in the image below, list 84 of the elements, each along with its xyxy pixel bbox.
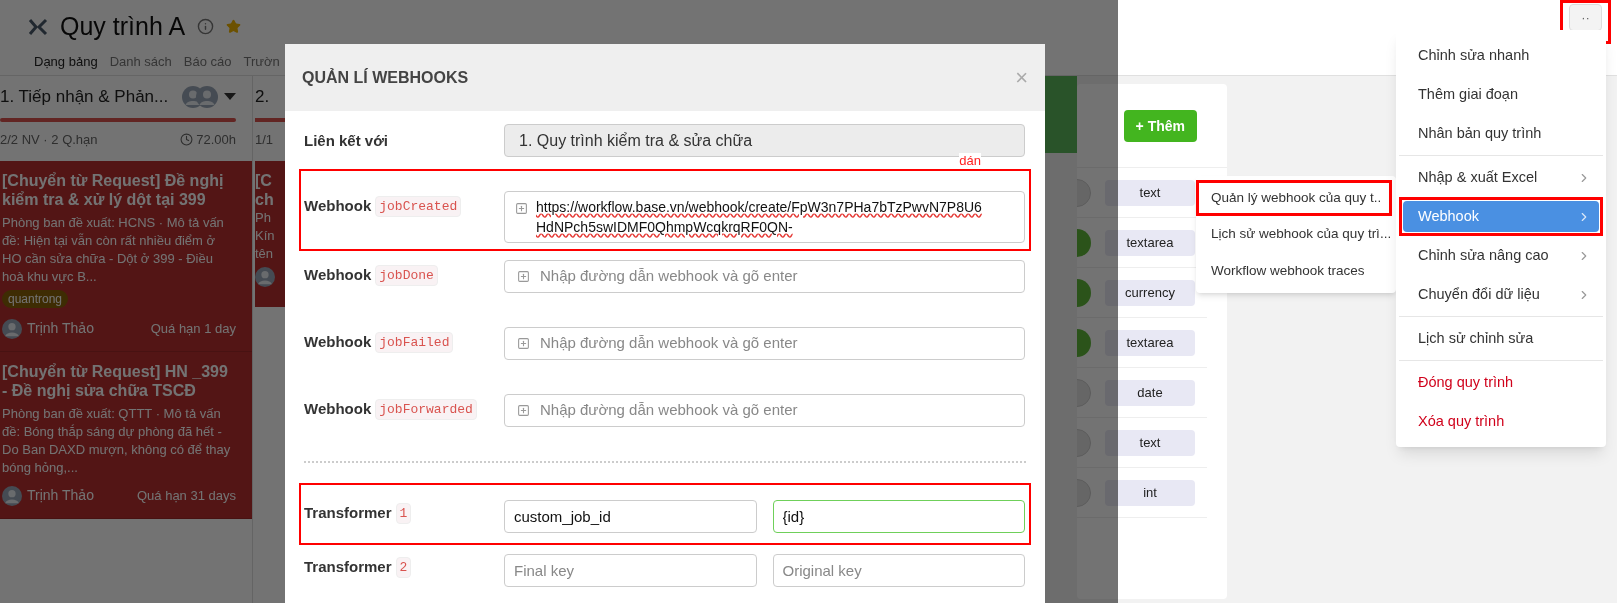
menu-item[interactable]: Thêm giai đoạn bbox=[1403, 79, 1599, 110]
menu-item[interactable]: Chỉnh sửa nâng cao bbox=[1403, 240, 1599, 271]
tag: quantrong bbox=[2, 290, 69, 308]
webhook-url-field[interactable]: Nhập đường dẫn webhook và gõ enter bbox=[504, 327, 1025, 360]
card-description: Phòng ban đề xuất: QTTT · Mô tả vấn đề: Bóng thắp sáng dự phòng đã hết - Do Ban DAXD mượn, không có để thay bóng hỏng,... bbox=[2, 405, 232, 477]
webhook-url-field[interactable]: Nhập đường dẫn webhook và gõ enter bbox=[504, 394, 1025, 427]
due-text: Quá hạn 31 days bbox=[136, 486, 236, 505]
column-stats: 1/1 bbox=[255, 130, 275, 149]
field-label: Liên kết với bbox=[304, 131, 390, 151]
linked-process-field: 1. Quy trình kiểm tra & sửa chữa bbox=[504, 124, 1025, 157]
field-label: Webhook bbox=[304, 332, 372, 352]
page-title: Quy trình A bbox=[60, 11, 186, 42]
assignee-name: Trịnh Thảo bbox=[27, 486, 94, 505]
menu-item[interactable]: Nhập & xuất Excel bbox=[1403, 162, 1599, 193]
task-card[interactable] bbox=[0, 161, 252, 352]
final-key-field[interactable]: Final key bbox=[504, 554, 757, 587]
original-key-field[interactable]: {id} bbox=[772, 500, 1025, 533]
card-description: Ph bbox=[255, 209, 271, 227]
webhook-url-field[interactable]: Nhập đường dẫn webhook và gõ enter bbox=[504, 260, 1025, 293]
menu-item[interactable]: Nhân bản quy trình bbox=[1403, 118, 1599, 149]
clock-icon bbox=[180, 132, 194, 146]
event-code: jobDone bbox=[375, 264, 438, 286]
menu-item[interactable]: Lịch sử chỉnh sửa bbox=[1403, 323, 1599, 354]
field-type-chip: int bbox=[1105, 479, 1195, 506]
column-title: 1. Tiếp nhận & Phản... bbox=[0, 86, 169, 108]
menu-item[interactable]: Chuyển đổi dữ liệu bbox=[1403, 279, 1599, 310]
task-card[interactable]: [Chuyển từ Request] HN _399 - Đề nghị sửa chữa TSCĐ Phòng ban đề xuất: QTTT · Mô tả vấn đề: Bóng thắp sáng dự phòng đã hết - Do Ban DAXD mượn, không có để thay bóng hỏng,... Trịnh Thảo Quá hạn 31 days bbox=[0, 352, 252, 519]
column-title: 2. bbox=[255, 86, 271, 108]
menu-item[interactable]: Đóng quy trình bbox=[1403, 367, 1599, 398]
field-label: Webhook bbox=[304, 265, 372, 285]
webhook-url-text: https://workflow.base.vn/webhook/create/FpW3n7PHa7bTzPwvN7P8U6 HdNPch5swIDMF0QhmpWcqkrqRF0QN- bbox=[536, 198, 982, 237]
menu-item[interactable]: Chỉnh sửa nhanh bbox=[1403, 40, 1599, 71]
card-title: [C bbox=[255, 171, 272, 190]
webhook-url-field[interactable]: https://workflow.base.vn/webhook/create/FpW3n7PHa7bTzPwvN7P8U6 HdNPch5swIDMF0QhmpWcqkrqRF0QN- bbox=[504, 191, 1025, 243]
card-title: ch bbox=[255, 190, 274, 209]
info-icon[interactable] bbox=[197, 18, 215, 36]
card-title: [Chuyển từ Request] HN _399 - Đề nghị sửa chữa TSCĐ bbox=[2, 362, 229, 400]
field-type-chip: currency bbox=[1105, 279, 1195, 306]
field-label: Webhook bbox=[304, 399, 372, 419]
field-type-chip: text bbox=[1105, 429, 1195, 456]
card-description: Kín bbox=[255, 227, 275, 245]
duration-text: 72.00h bbox=[196, 130, 236, 149]
field-type-chip: textarea bbox=[1105, 229, 1195, 256]
index-badge: 1 bbox=[395, 502, 412, 524]
event-code: jobForwarded bbox=[375, 398, 477, 420]
field-type-chip: date bbox=[1105, 379, 1195, 406]
add-icon bbox=[515, 202, 528, 215]
more-button[interactable]: ·· bbox=[1569, 4, 1602, 31]
index-badge: 2 bbox=[395, 556, 412, 578]
add-icon bbox=[517, 404, 530, 417]
field-label: Webhook bbox=[304, 196, 372, 216]
field-label: Transformer bbox=[304, 503, 392, 523]
assignee-name: Trịnh Thảo bbox=[27, 319, 94, 338]
event-code: jobCreated bbox=[375, 195, 462, 217]
field-label: Transformer bbox=[304, 557, 392, 577]
menu-item[interactable]: Lịch sử webhook của quy trì... bbox=[1199, 219, 1389, 250]
caret-icon[interactable] bbox=[224, 93, 236, 101]
menu-item[interactable]: Quản lý webhook của quy t.. bbox=[1199, 183, 1389, 214]
card-title: [Chuyển từ Request] Đề nghị kiểm tra & xử lý dột tại 399 bbox=[2, 171, 225, 209]
menu-item[interactable]: Xóa quy trình bbox=[1403, 406, 1599, 437]
menu-item[interactable]: Webhook bbox=[1403, 201, 1599, 232]
dialog-title: QUẢN LÍ WEBHOOKS bbox=[302, 67, 469, 88]
placeholder-text: Nhập đường dẫn webhook và gõ enter bbox=[540, 333, 798, 354]
logo-icon[interactable] bbox=[28, 17, 48, 36]
event-code: jobFailed bbox=[375, 331, 454, 353]
card-description: Phòng ban đề xuất: HCNS · Mô tả vấn đề: Hiện tại vẫn còn rất nhiều điểm ở HO cần sửa chữa - Dột ở 399 - Điều hoà khu vực B... bbox=[2, 214, 225, 286]
star-icon[interactable] bbox=[226, 19, 242, 35]
placeholder-text: Nhập đường dẫn webhook và gõ enter bbox=[540, 400, 798, 421]
annotation-note: dán bbox=[959, 153, 981, 168]
avatar-icon bbox=[2, 318, 22, 339]
due-text: Quá hạn 1 day bbox=[150, 319, 236, 338]
add-icon bbox=[517, 270, 530, 283]
field-type-chip: textarea bbox=[1105, 329, 1195, 356]
menu-item[interactable]: Workflow webhook traces bbox=[1199, 255, 1389, 286]
add-icon bbox=[517, 337, 530, 350]
placeholder-text: Nhập đường dẫn webhook và gõ enter bbox=[540, 266, 798, 287]
avatar-icon bbox=[2, 485, 22, 506]
field-type-chip: text bbox=[1105, 179, 1195, 206]
card-description: tên bbox=[255, 245, 274, 263]
original-key-field[interactable]: Original key bbox=[772, 554, 1025, 587]
column-stats: 2/2 NV · 2 Q.hạn bbox=[0, 130, 98, 149]
avatar-icon bbox=[255, 267, 275, 287]
final-key-field[interactable]: custom_job_id bbox=[504, 500, 757, 533]
avatar-icon bbox=[196, 85, 218, 108]
